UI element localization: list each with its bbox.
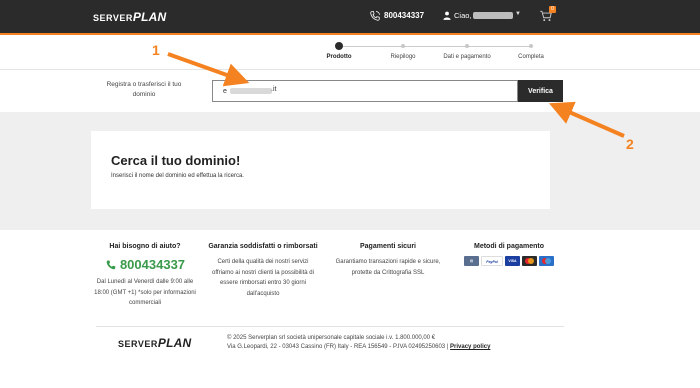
annotation-number-2: 2 [626,136,634,152]
logo-text-plan: PLAN [132,10,167,24]
step-dot-riepilogo [401,44,405,48]
footer: Hai bisogno di aiuto? 800434337 Dal Lune… [0,230,700,388]
footer-phone[interactable]: 800434337 [90,257,200,272]
paypal-icon: PayPal [481,256,503,266]
phone-icon [370,11,380,21]
legal-line-2: Via G.Leopardi, 22 - 03043 Cassino (FR) … [227,344,449,350]
step-label-completa: Completa [518,54,544,60]
cart-count-badge: 0 [549,6,556,13]
checkout-steps: Prodotto Riepilogo Dati e pagamento Comp… [0,33,700,69]
domain-search-bar: Registra o trasferisci il tuo dominio .i… [0,69,700,112]
verify-button[interactable]: Verifica [518,80,563,102]
top-navbar: SERVER PLAN 800434337 Ciao, ▼ 0 [0,0,700,33]
search-result-card: Cerca il tuo dominio! Inserisci il nome … [91,131,550,209]
step-dot-prodotto [335,42,343,50]
step-dot-dati-pagamento [465,44,469,48]
phone-icon [106,260,116,269]
steps-connector-line [342,46,530,47]
bank-transfer-icon: ▤ [464,256,479,266]
user-name-redacted [473,12,513,19]
serverplan-logo[interactable]: SERVER PLAN [93,10,167,24]
card-title: Cerca il tuo dominio! [111,153,241,168]
user-icon [443,11,451,20]
annotation-arrow-2 [549,101,625,138]
footer-help-text: Dal Lunedì al Venerdì dalle 9:00 alle 18… [94,279,196,306]
footer-serverplan-logo: SERVER PLAN [118,336,192,350]
footer-secure: Pagamenti sicuri Garantiamo transazioni … [333,242,443,278]
footer-guarantee: Garanzia soddisfatti o rimborsati Certi … [208,242,318,299]
domain-input-redacted [230,88,272,94]
mastercard-icon [522,256,537,266]
card-subtitle: Inserisci il nome del dominio ed effettu… [111,173,244,179]
footer-guarantee-text: Certi della qualità dei nostri servizi o… [212,259,314,297]
footer-legal: © 2025 Serverplan srl società unipersona… [227,334,490,352]
footer-methods-title: Metodi di pagamento [474,243,544,250]
step-label-dati-pagamento: Dati e pagamento [443,54,491,60]
domain-search-label: Registra o trasferisci il tuo dominio [106,81,182,98]
privacy-policy-link[interactable]: Privacy policy [450,344,490,350]
domain-input-suffix: .it [271,86,277,93]
footer-help: Hai bisogno di aiuto? 800434337 Dal Lune… [90,242,200,309]
user-greeting[interactable]: Ciao, [454,11,472,20]
maestro-icon [539,256,554,266]
footer-phone-number[interactable]: 800434337 [120,257,185,272]
logo-text-server: SERVER [93,13,133,23]
footer-help-title: Hai bisogno di aiuto? [109,243,181,250]
logo-text-server: SERVER [118,339,158,349]
footer-payment-methods: Metodi di pagamento ▤ PayPal VISA [454,242,564,266]
footer-divider [96,326,564,327]
step-dot-completa [529,44,533,48]
step-label-riepilogo: Riepilogo [390,54,416,60]
header-phone-number[interactable]: 800434337 [384,11,424,20]
step-label-prodotto: Prodotto [326,54,352,60]
payment-logos: ▤ PayPal VISA [454,256,564,266]
logo-text-plan: PLAN [157,336,192,350]
chevron-down-icon[interactable]: ▼ [515,11,521,17]
footer-secure-title: Pagamenti sicuri [359,243,417,250]
visa-icon: VISA [505,256,520,266]
legal-line-1: © 2025 Serverplan srl società unipersona… [227,335,436,341]
annotation-number-1: 1 [152,42,160,58]
footer-guarantee-title: Garanzia soddisfatti o rimborsati [208,243,318,250]
footer-secure-text: Garantiamo transazioni rapide e sicure, … [335,259,441,276]
